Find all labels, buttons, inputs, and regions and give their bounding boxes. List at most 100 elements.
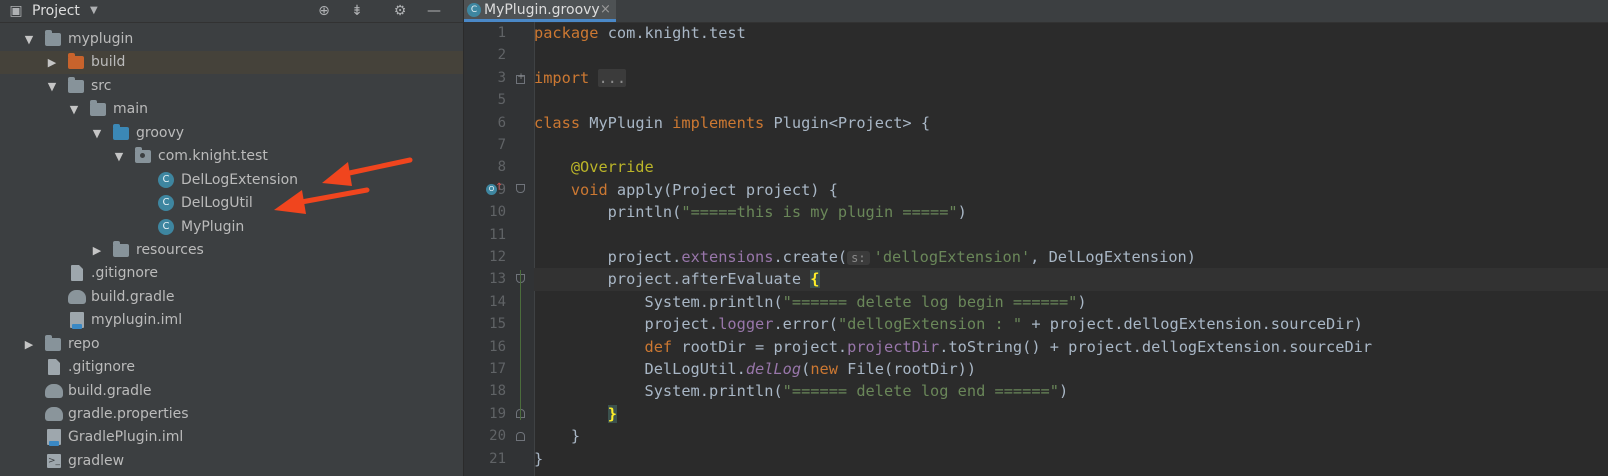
chevron-right-icon[interactable]: ▶: [45, 51, 59, 74]
line-number: 5: [497, 92, 506, 109]
chevron-down-icon[interactable]: ▼: [67, 98, 81, 121]
code-line[interactable]: System.println("====== delete log begin …: [534, 291, 1608, 314]
code-line[interactable]: class MyPlugin implements Plugin<Project…: [534, 112, 1608, 135]
tab-myplugin-groovy[interactable]: C MyPlugin.groovy ×: [464, 0, 616, 22]
line-number: 2: [497, 47, 506, 64]
chevron-down-icon[interactable]: ▼: [22, 28, 36, 51]
settings-icon[interactable]: ⚙: [389, 0, 411, 22]
tree-item-src[interactable]: ▼ src: [0, 75, 463, 98]
fold-expand-icon[interactable]: [516, 72, 525, 84]
iml-icon: [70, 312, 84, 329]
tree-item-main[interactable]: ▼ main: [0, 98, 463, 121]
chevron-down-icon[interactable]: ▼: [90, 122, 104, 145]
chevron-right-icon[interactable]: ▶: [90, 239, 104, 262]
code-line[interactable]: println("=====this is my plugin ====="): [534, 201, 1608, 224]
code-token: projectDir: [847, 337, 940, 356]
code-line[interactable]: @Override: [534, 156, 1608, 179]
tree-item-myplugin[interactable]: ▼ myplugin: [0, 28, 463, 51]
tree-item-groovy[interactable]: ▼ groovy: [0, 122, 463, 145]
project-title[interactable]: Project: [32, 0, 80, 22]
tree-item-label: .gitignore: [91, 265, 158, 281]
code-area[interactable]: package com.knight.test import ... class M…: [534, 22, 1608, 476]
tree-item-repo[interactable]: ▶ repo: [0, 333, 463, 356]
project-header: ▣ Project ▼ ⊕ ⇟ ⚙ —: [0, 0, 463, 23]
folder-icon: [90, 100, 106, 116]
code-line[interactable]: }: [534, 425, 1608, 448]
module-folder-icon: [45, 30, 61, 46]
code-token: def: [534, 337, 682, 356]
code-line[interactable]: System.println("====== delete log end ==…: [534, 380, 1608, 403]
tree-item-build[interactable]: ▶ build: [0, 51, 463, 74]
tree-item-label: com.knight.test: [158, 148, 268, 164]
project-view-icon[interactable]: ▣: [5, 0, 27, 22]
code-line[interactable]: void apply(Project project) {: [534, 179, 1608, 202]
chevron-down-icon[interactable]: ▼: [90, 0, 98, 22]
code-token: System.println(: [534, 382, 783, 401]
code-line[interactable]: }: [534, 403, 1608, 426]
tree-item-label: main: [113, 101, 148, 117]
tree-item-dellogutil[interactable]: C DelLogUtil: [0, 192, 463, 215]
code-line[interactable]: }: [534, 448, 1608, 471]
code-token: File(rootDir)): [847, 360, 977, 378]
code-line[interactable]: [534, 224, 1608, 247]
fold-collapse-icon[interactable]: [516, 184, 525, 193]
code-line[interactable]: project.logger.error("dellogExtension : …: [534, 313, 1608, 336]
file-icon: [71, 265, 83, 281]
code-token: println(: [534, 203, 682, 222]
chevron-right-icon[interactable]: ▶: [22, 333, 36, 356]
class-icon: C: [158, 219, 174, 235]
line-number: 20: [489, 428, 506, 445]
source-folder-icon: [113, 124, 129, 140]
tree-item-myplugin-iml[interactable]: myplugin.iml: [0, 309, 463, 332]
code-token: 'dellogExtension': [873, 248, 1031, 266]
code-line[interactable]: package com.knight.test: [534, 22, 1608, 45]
code-editor: C MyPlugin.groovy × 1 2 3 5 6 7 8 9 10 11 12 13 14 15…: [464, 0, 1608, 476]
gradle-icon: [45, 407, 63, 421]
tree-item-label: DelLogExtension: [181, 172, 299, 188]
collapse-all-icon[interactable]: ⇟: [346, 0, 368, 22]
close-icon[interactable]: ×: [600, 0, 611, 20]
package-icon: [135, 147, 151, 163]
tree-item-build-gradle[interactable]: build.gradle: [0, 286, 463, 309]
tree-item-root-build-gradle[interactable]: build.gradle: [0, 380, 463, 403]
hide-icon[interactable]: —: [423, 0, 445, 22]
code-token: delLog: [745, 360, 802, 378]
code-token: "=====this is my plugin =====": [681, 203, 958, 222]
folder-icon: [45, 335, 61, 351]
code-line[interactable]: def rootDir = project.projectDir.toStrin…: [534, 336, 1608, 359]
code-line[interactable]: project.afterEvaluate {: [534, 268, 1608, 292]
code-line[interactable]: [534, 44, 1608, 67]
tree-item-gitignore[interactable]: .gitignore: [0, 262, 463, 285]
code-line[interactable]: [534, 89, 1608, 112]
tree-item-gradle-properties[interactable]: gradle.properties: [0, 403, 463, 426]
code-line[interactable]: import ...: [534, 67, 1608, 90]
code-token: class: [534, 113, 590, 132]
code-token: project.: [534, 315, 719, 334]
code-token: {: [810, 270, 820, 289]
file-icon: [48, 359, 60, 375]
tree-item-gradleplugin-iml[interactable]: GradlePlugin.iml: [0, 426, 463, 449]
tree-item-label: groovy: [136, 125, 185, 141]
fold-end-icon[interactable]: [516, 432, 525, 441]
tree-item-gradlew[interactable]: >_ gradlew: [0, 450, 463, 473]
folder-icon: [68, 77, 84, 93]
tree-item-label: repo: [68, 336, 100, 352]
chevron-down-icon[interactable]: ▼: [112, 145, 126, 168]
tree-item-label: myplugin: [68, 31, 134, 47]
vcs-change-marker[interactable]: [520, 270, 521, 420]
chevron-down-icon[interactable]: ▼: [45, 75, 59, 98]
code-token: new: [810, 360, 848, 378]
tree-item-myplugin-class[interactable]: C MyPlugin: [0, 216, 463, 239]
code-line[interactable]: DelLogUtil.delLog(new File(rootDir)): [534, 358, 1608, 381]
tree-item-root-gitignore[interactable]: .gitignore: [0, 356, 463, 379]
code-line[interactable]: [534, 134, 1608, 157]
tree-item-label: GradlePlugin.iml: [68, 429, 184, 445]
locate-icon[interactable]: ⊕: [313, 0, 335, 22]
tree-item-dellogextension[interactable]: C DelLogExtension: [0, 169, 463, 192]
code-token: DelLogUtil.: [534, 360, 746, 378]
code-line[interactable]: project.extensions.create(s:'dellogExten…: [534, 246, 1608, 269]
tree-item-resources[interactable]: ▶ resources: [0, 239, 463, 262]
tree-item-package[interactable]: ▼ com.knight.test: [0, 145, 463, 168]
tree-item-label: gradlew: [68, 453, 125, 469]
